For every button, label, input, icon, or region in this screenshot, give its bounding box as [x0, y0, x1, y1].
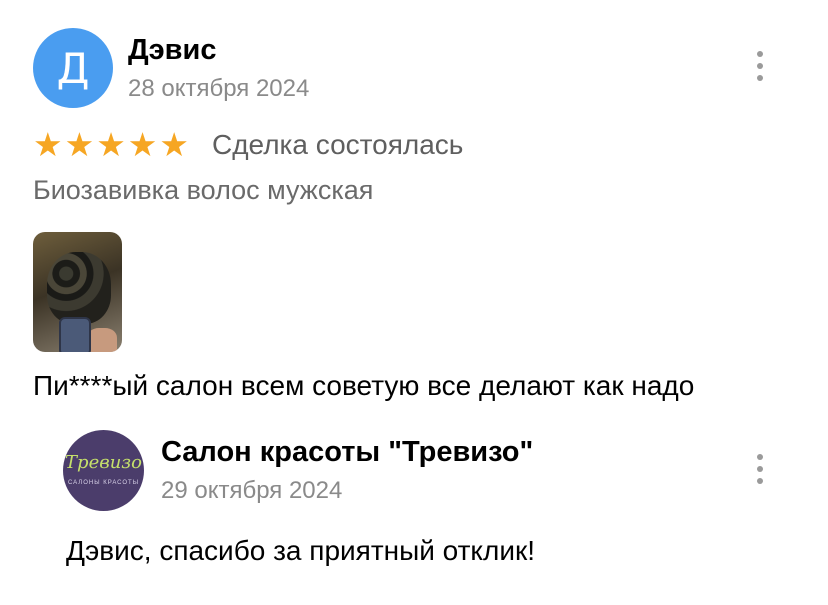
- salon-logo-text: Тревизо: [65, 452, 142, 473]
- service-name: Биозавивка волос мужская: [33, 175, 374, 205]
- star-icon: ★: [33, 125, 63, 164]
- rating-stars: ★ ★ ★ ★ ★: [33, 128, 189, 161]
- star-icon: ★: [127, 125, 158, 164]
- star-icon: ★: [159, 125, 189, 164]
- star-icon: ★: [96, 125, 126, 164]
- review-date: 28 октября 2024: [128, 75, 310, 102]
- deal-status: Сделка состоялась: [212, 129, 464, 160]
- salon-name[interactable]: Салон красоты "Тревизо": [161, 436, 533, 469]
- review-photo[interactable]: [33, 232, 122, 352]
- salon-logo-subtext: САЛОНЫ КРАСОТЫ: [67, 480, 140, 486]
- reviewer-name[interactable]: Дэвис: [128, 34, 216, 67]
- star-icon: ★: [64, 125, 95, 164]
- review-text: Пи****ый салон всем советую все делают к…: [33, 370, 695, 401]
- reviewer-avatar[interactable]: Д: [33, 28, 113, 108]
- avatar-letter: Д: [56, 43, 90, 93]
- review-more-menu-icon[interactable]: [750, 51, 770, 81]
- response-date: 29 октября 2024: [161, 477, 343, 504]
- response-text: Дэвис, спасибо за приятный отклик!: [66, 535, 535, 566]
- salon-logo[interactable]: Тревизо САЛОНЫ КРАСОТЫ: [63, 430, 144, 511]
- response-more-menu-icon[interactable]: [750, 454, 770, 484]
